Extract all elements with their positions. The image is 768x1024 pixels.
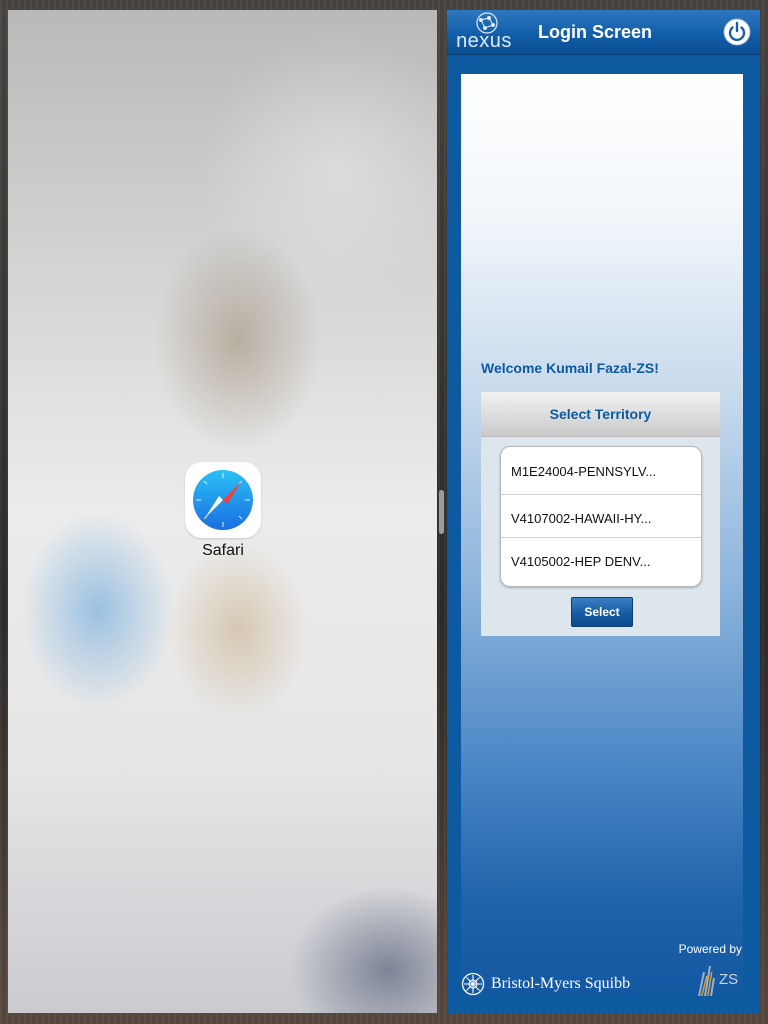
- zs-text: ZS: [719, 971, 738, 988]
- territory-item[interactable]: V4107002-HAWAII-HY...: [501, 494, 701, 537]
- home-screen-pane: Safari: [8, 10, 437, 1013]
- zs-mark-icon: ZS: [698, 966, 738, 996]
- territory-item[interactable]: M1E24004-PENNSYLV...: [501, 447, 701, 494]
- login-content-panel: Welcome Kumail Fazal-ZS! Select Territor…: [461, 74, 743, 996]
- territory-list: M1E24004-PENNSYLV... V4107002-HAWAII-HY.…: [500, 446, 702, 587]
- power-button[interactable]: [722, 15, 752, 47]
- bms-emblem-icon: [461, 972, 485, 996]
- power-icon[interactable]: [722, 15, 752, 47]
- bms-logo: Bristol-Myers Squibb: [461, 972, 630, 996]
- welcome-message: Welcome Kumail Fazal-ZS!: [481, 360, 659, 376]
- territory-header: Select Territory: [481, 392, 720, 437]
- split-view-divider-handle[interactable]: [439, 490, 444, 534]
- territory-item[interactable]: V4105002-HEP DENV...: [501, 537, 701, 586]
- safari-app[interactable]: Safari: [185, 462, 261, 560]
- safari-label: Safari: [202, 542, 244, 559]
- select-button[interactable]: Select: [571, 597, 633, 627]
- app-header: nexus Login Screen: [447, 10, 760, 55]
- safari-compass-icon[interactable]: [185, 462, 261, 538]
- page-title: Login Screen: [537, 22, 653, 42]
- bms-name: Bristol-Myers Squibb: [491, 975, 631, 992]
- zs-logo: ZS: [694, 962, 744, 998]
- nexus-app-pane: nexus Login Screen Welcome Kumail Fazal-…: [447, 10, 760, 1013]
- powered-by-label: Powered by: [678, 942, 742, 956]
- nexus-logo: nexus: [449, 10, 519, 54]
- territory-selector: Select Territory M1E24004-PENNSYLV... V4…: [481, 392, 720, 636]
- logo-text: nexus: [456, 30, 512, 52]
